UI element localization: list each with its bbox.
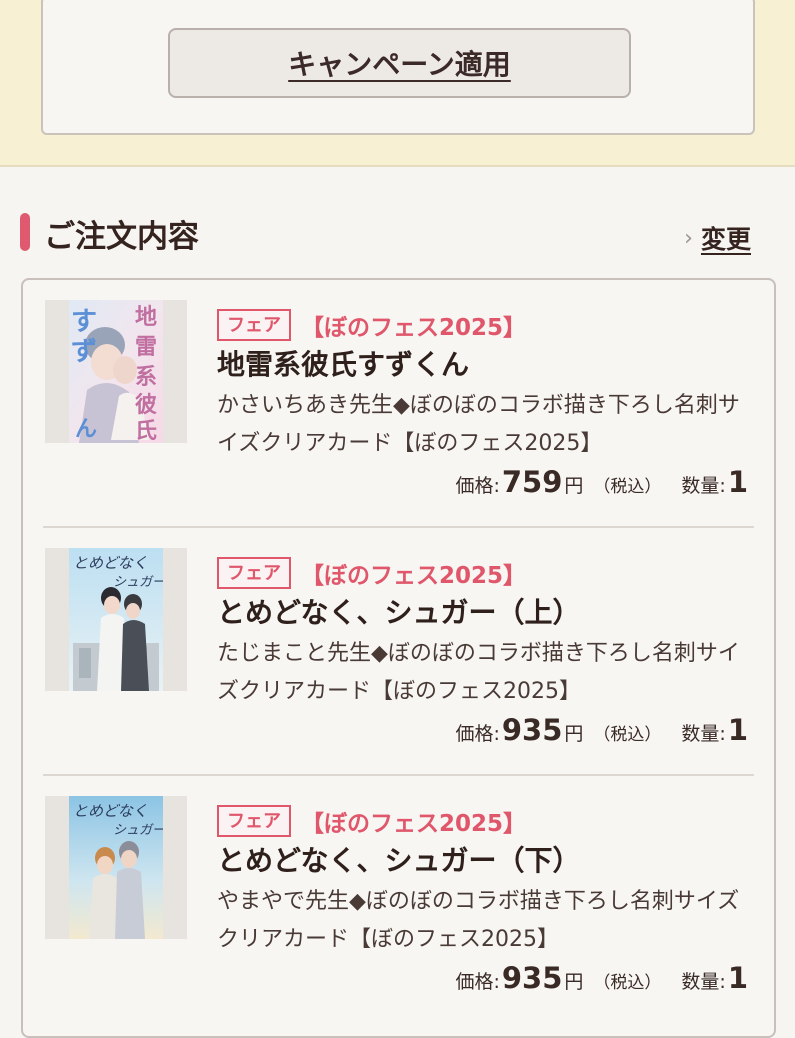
quantity-label: 数量:	[681, 723, 726, 745]
cover-art-1: 地 雷 系 彼 氏 す ず ん	[69, 300, 163, 443]
tax-note: （税込）	[593, 725, 662, 745]
quantity-value: 1	[727, 961, 748, 995]
price-value: 935	[501, 961, 563, 995]
apply-campaign-label: キャンペーン適用	[288, 48, 511, 81]
cover-art-2: とめどなく シュガー	[69, 548, 163, 691]
svg-text:シュガー: シュガー	[113, 575, 163, 590]
svg-text:彼: 彼	[135, 392, 157, 418]
svg-text:とめどなく: とめどなく	[73, 554, 148, 572]
price-unit: 円	[564, 475, 584, 497]
price-row: 価格: 935 円 （税込） 数量: 1	[455, 713, 748, 747]
svg-text:地: 地	[135, 305, 157, 330]
cover-illustration-2: とめどなく シュガー	[69, 548, 163, 691]
quantity-label: 数量:	[681, 971, 726, 993]
item-title[interactable]: とめどなく、シュガー（上）	[217, 591, 580, 631]
cover-illustration-3: とめどなく シュガー	[69, 796, 163, 939]
price-label: 価格:	[455, 971, 500, 993]
price-label: 価格:	[455, 475, 500, 497]
change-order-label: 変更	[700, 225, 751, 254]
fair-tag: 【ぼのフェス2025】	[301, 563, 527, 589]
price-unit: 円	[564, 723, 584, 745]
item-title[interactable]: とめどなく、シュガー（下）	[217, 839, 580, 879]
price-value: 935	[501, 713, 563, 747]
fair-tag: 【ぼのフェス2025】	[301, 811, 527, 837]
price-label: 価格:	[455, 723, 500, 745]
book-cover[interactable]: とめどなく シュガー	[45, 548, 187, 691]
quantity-value: 1	[727, 713, 748, 747]
order-item: 地 雷 系 彼 氏 す ず ん フェア 【ぼのフェス2025】 地雷系彼氏すずく…	[23, 280, 774, 528]
campaign-box: キャンペーン適用	[41, 0, 755, 135]
cover-art-3: とめどなく シュガー	[69, 796, 163, 939]
quantity-label: 数量:	[681, 475, 726, 497]
tax-note: （税込）	[593, 973, 662, 993]
fair-badge: フェア	[217, 805, 291, 837]
section-title: ご注文内容	[44, 219, 199, 255]
svg-text:とめどなく: とめどなく	[73, 802, 148, 820]
book-cover[interactable]: とめどなく シュガー	[45, 796, 187, 939]
fair-badge: フェア	[217, 557, 291, 589]
chevron-right-icon: ›	[684, 225, 693, 251]
fair-badge: フェア	[217, 309, 291, 341]
section-accent-bar	[20, 213, 30, 251]
svg-text:系: 系	[135, 365, 157, 390]
change-order-link[interactable]: › 変更	[684, 220, 751, 256]
tax-note: （税込）	[593, 477, 662, 497]
item-description: かさいちあき先生◆ぼのぼのコラボ描き下ろし名刺サイズクリアカード【ぼのフェス20…	[217, 393, 740, 456]
quantity-value: 1	[727, 465, 748, 499]
fair-tag: 【ぼのフェス2025】	[301, 315, 527, 341]
item-description: たじまこと先生◆ぼのぼのコラボ描き下ろし名刺サイズクリアカード【ぼのフェス202…	[217, 641, 740, 704]
item-title[interactable]: 地雷系彼氏すずくん	[217, 343, 469, 383]
item-badges: フェア 【ぼのフェス2025】	[217, 556, 526, 590]
order-item: とめどなく シュガー フェア 【ぼのフェス2025】 とめどなく、シュガー（下）…	[23, 776, 774, 1024]
order-section-header: ご注文内容 › 変更	[20, 208, 755, 258]
price-row: 価格: 935 円 （税込） 数量: 1	[455, 961, 748, 995]
item-badges: フェア 【ぼのフェス2025】	[217, 308, 526, 342]
price-unit: 円	[564, 971, 584, 993]
order-item: とめどなく シュガー フェア 【ぼのフェス2025】 とめどなく、シュガー（上）…	[23, 528, 774, 776]
price-value: 759	[501, 465, 563, 499]
svg-text:シュガー: シュガー	[113, 823, 163, 838]
campaign-band: キャンペーン適用	[0, 0, 795, 167]
order-card: 地 雷 系 彼 氏 す ず ん フェア 【ぼのフェス2025】 地雷系彼氏すずく…	[21, 278, 776, 1038]
svg-text:す: す	[71, 307, 97, 337]
svg-text:ん: ん	[75, 417, 97, 442]
svg-text:氏: 氏	[135, 419, 157, 443]
book-cover[interactable]: 地 雷 系 彼 氏 す ず ん	[45, 300, 187, 443]
svg-text:雷: 雷	[135, 335, 157, 360]
apply-campaign-button[interactable]: キャンペーン適用	[168, 28, 631, 98]
item-description: やまやで先生◆ぼのぼのコラボ描き下ろし名刺サイズクリアカード【ぼのフェス2025…	[217, 889, 740, 952]
price-row: 価格: 759 円 （税込） 数量: 1	[455, 465, 748, 499]
item-badges: フェア 【ぼのフェス2025】	[217, 804, 526, 838]
svg-text:ず: ず	[71, 337, 97, 367]
cover-illustration-1: 地 雷 系 彼 氏 す ず ん	[69, 300, 163, 443]
